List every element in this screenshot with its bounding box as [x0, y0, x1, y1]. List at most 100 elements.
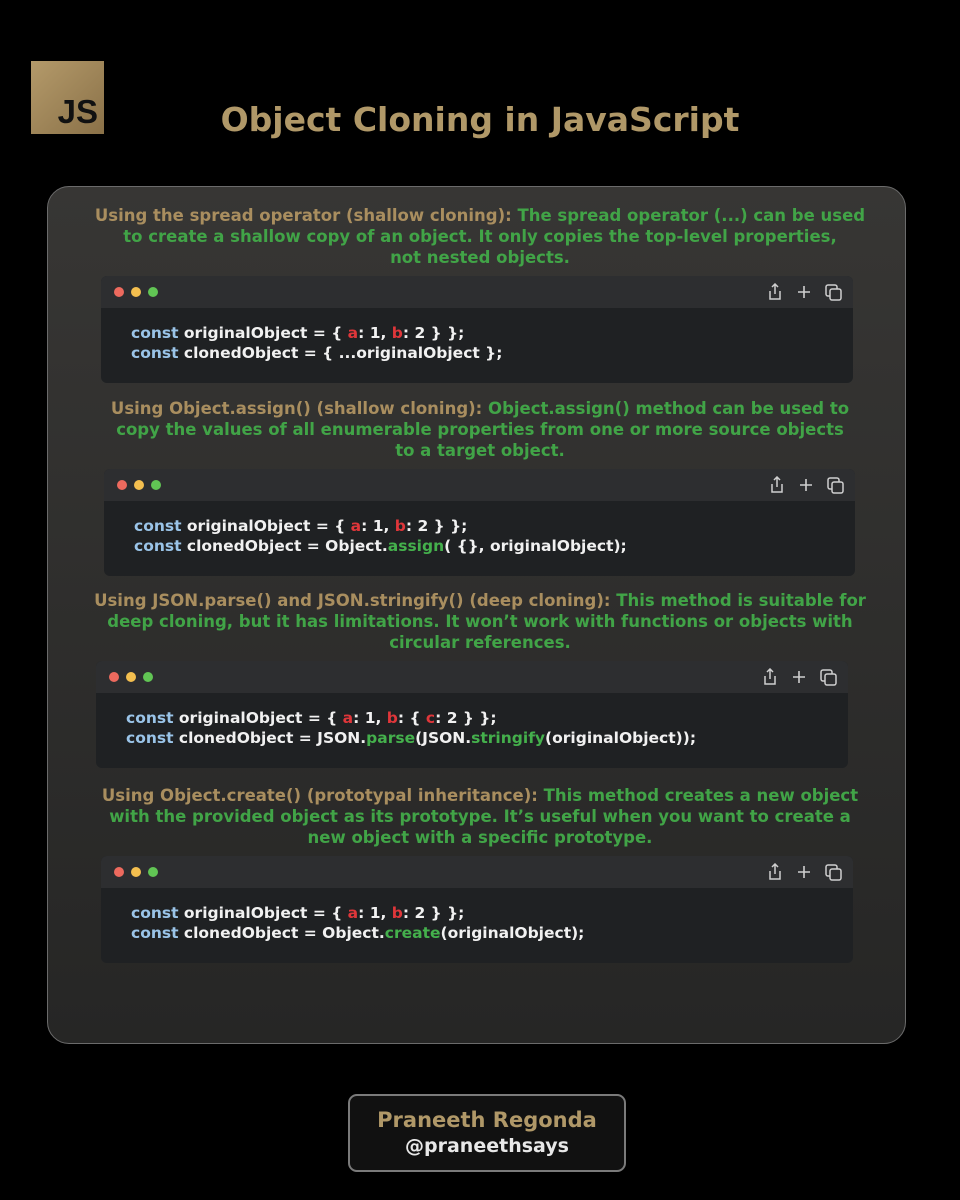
section-heading: Using the spread operator (shallow cloni… — [94, 206, 512, 225]
section-2-description: Using Object.assign() (shallow cloning):… — [0, 398, 960, 461]
code-line: const clonedObject = JSON.parse(JSON.str… — [126, 728, 818, 748]
description-text: to create a shallow copy of an object. I… — [123, 227, 837, 246]
minimize-dot-icon[interactable] — [134, 480, 144, 490]
section-3-description: Using JSON.parse() and JSON.stringify() … — [0, 590, 960, 653]
code-token: b — [391, 324, 403, 342]
code-token: (JSON. — [415, 729, 472, 747]
code-window-2: const originalObject = { a: 1, b: 2 } };… — [104, 469, 855, 576]
code-window-titlebar — [101, 856, 853, 888]
close-dot-icon[interactable] — [109, 672, 119, 682]
code-token: const — [134, 537, 182, 555]
close-dot-icon[interactable] — [117, 480, 127, 490]
code-block: const originalObject = { a: 1, b: 2 } };… — [104, 501, 855, 556]
code-token: (originalObject)); — [545, 729, 697, 747]
code-token: stringify — [471, 729, 546, 747]
plus-icon[interactable] — [796, 283, 812, 301]
code-token: ( {}, originalObject); — [444, 537, 627, 555]
plus-icon[interactable] — [798, 476, 814, 494]
code-token: b — [386, 709, 398, 727]
code-line: const clonedObject = { ...originalObject… — [131, 343, 823, 363]
code-token: assign — [387, 537, 445, 555]
maximize-dot-icon[interactable] — [148, 867, 158, 877]
maximize-dot-icon[interactable] — [148, 287, 158, 297]
section-1-description: Using the spread operator (shallow cloni… — [0, 205, 960, 268]
code-token: : 2 } }; — [402, 904, 465, 922]
section-heading: Using JSON.parse() and JSON.stringify() … — [94, 591, 611, 610]
minimize-dot-icon[interactable] — [131, 287, 141, 297]
code-token: (originalObject); — [440, 924, 585, 942]
code-token: b — [391, 904, 403, 922]
description-text: copy the values of all enumerable proper… — [116, 420, 844, 439]
code-token: parse — [366, 729, 416, 747]
minimize-dot-icon[interactable] — [131, 867, 141, 877]
share-icon[interactable] — [762, 667, 778, 686]
code-window-1: const originalObject = { a: 1, b: 2 } };… — [101, 276, 853, 383]
copy-icon[interactable] — [820, 668, 837, 686]
code-token: a — [350, 517, 362, 535]
copy-icon[interactable] — [825, 283, 842, 301]
maximize-dot-icon[interactable] — [143, 672, 153, 682]
maximize-dot-icon[interactable] — [151, 480, 161, 490]
code-token: const — [126, 709, 174, 727]
author-handle[interactable]: @praneethsays — [350, 1135, 624, 1157]
plus-icon[interactable] — [796, 863, 812, 881]
share-icon[interactable] — [767, 862, 783, 881]
close-dot-icon[interactable] — [114, 287, 124, 297]
plus-icon[interactable] — [791, 668, 807, 686]
share-icon[interactable] — [767, 282, 783, 301]
description-text: not nested objects. — [390, 248, 570, 267]
code-token: a — [347, 904, 359, 922]
description-text: The spread operator (...) can be used — [511, 206, 866, 225]
author-card: Praneeth Regonda @praneethsays — [348, 1094, 626, 1172]
code-line: const originalObject = { a: 1, b: { c: 2… — [126, 708, 818, 728]
description-text: This method creates a new object — [537, 786, 859, 805]
copy-icon[interactable] — [827, 476, 844, 494]
code-token: originalObject = { — [181, 517, 351, 535]
code-token: : 2 } }; — [435, 709, 497, 727]
section-heading: Using Object.assign() (shallow cloning): — [110, 399, 483, 418]
code-block: const originalObject = { a: 1, b: 2 } };… — [101, 308, 853, 363]
code-token: const — [134, 517, 182, 535]
code-line: const originalObject = { a: 1, b: 2 } }; — [134, 516, 825, 536]
code-token: create — [384, 924, 441, 942]
code-token: a — [347, 324, 359, 342]
code-token: : 2 } }; — [405, 517, 468, 535]
code-window-titlebar — [101, 276, 853, 308]
code-token: const — [126, 729, 174, 747]
code-token: clonedObject = Object. — [181, 537, 388, 555]
code-block: const originalObject = { a: 1, b: { c: 2… — [96, 693, 848, 748]
code-token: originalObject = { — [178, 324, 348, 342]
description-text: circular references. — [389, 633, 571, 652]
description-text: to a target object. — [395, 441, 565, 460]
code-window-3: const originalObject = { a: 1, b: { c: 2… — [96, 661, 848, 768]
minimize-dot-icon[interactable] — [126, 672, 136, 682]
code-token: clonedObject = JSON. — [173, 729, 367, 747]
code-token: : { — [397, 709, 426, 727]
description-text: with the provided object as its prototyp… — [109, 807, 851, 826]
code-token: clonedObject = { ...originalObject }; — [178, 344, 503, 362]
share-icon[interactable] — [769, 475, 785, 494]
section-4-description: Using Object.create() (prototypal inheri… — [0, 785, 960, 848]
code-line: const originalObject = { a: 1, b: 2 } }; — [131, 903, 823, 923]
code-token: : 1, — [358, 904, 392, 922]
description-text: This method is suitable for — [610, 591, 866, 610]
code-block: const originalObject = { a: 1, b: 2 } };… — [101, 888, 853, 943]
code-token: : 1, — [361, 517, 395, 535]
copy-icon[interactable] — [825, 863, 842, 881]
code-window-titlebar — [96, 661, 848, 693]
code-token: : 1, — [358, 324, 392, 342]
code-token: a — [342, 709, 354, 727]
description-text: Object.assign() method can be used to — [482, 399, 850, 418]
code-token: b — [394, 517, 406, 535]
code-token: originalObject = { — [178, 904, 348, 922]
code-line: const originalObject = { a: 1, b: 2 } }; — [131, 323, 823, 343]
code-token: : 1, — [353, 709, 387, 727]
page-title: Object Cloning in JavaScript — [220, 100, 740, 139]
close-dot-icon[interactable] — [114, 867, 124, 877]
code-token: const — [131, 924, 179, 942]
code-token: : 2 } }; — [402, 324, 465, 342]
code-token: clonedObject = Object. — [178, 924, 385, 942]
description-text: deep cloning, but it has limitations. It… — [107, 612, 853, 631]
code-token: originalObject = { — [173, 709, 343, 727]
code-token: const — [131, 344, 179, 362]
